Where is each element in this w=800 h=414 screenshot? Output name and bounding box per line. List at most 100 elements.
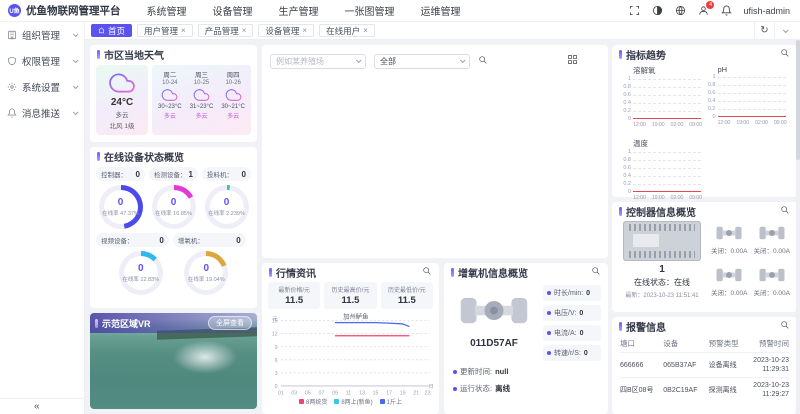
header-actions: 4 ufish-admin [628,0,800,17]
table-row[interactable]: 四B区08号 0B2C19AF 探测离线 2023-10-23 11:29:27 [620,377,789,402]
chevron-down-icon [72,83,79,90]
filter-select[interactable]: 全部 [374,53,470,69]
current-cond: 多云 [115,112,129,119]
svg-text:07: 07 [319,390,325,396]
fullscreen-icon[interactable] [628,5,640,17]
stat-high-price: 历史最高价/元 11.5 [324,282,377,309]
cloud-icon [193,89,210,101]
svg-text:3: 3 [275,371,278,377]
price-line-1 [334,322,410,328]
channel-2[interactable]: 关闭：0.00A [754,221,790,257]
sidebar-item-organization[interactable]: 组织管理 [0,22,84,48]
tab-menu-chevron-icon[interactable] [774,22,794,39]
zero-line [717,116,786,117]
bell-icon[interactable] [720,5,732,17]
search-icon[interactable] [478,52,488,70]
market-card: 行情资讯 最新价格/元 11.5 历史最高价/元 11.5 历史最低价/元 11.5 … [262,263,439,414]
username[interactable]: ufish-admin [743,6,790,16]
channel-4[interactable]: 关闭：0.00A [754,263,790,299]
count-pill-controller: 控制器： 0 [96,167,145,181]
legend-item[interactable]: 8两统货 [298,397,327,406]
close-icon[interactable]: × [242,26,247,35]
app: U鱼 优鱼物联网管理平台 系统管理 设备管理 生产管理 一张图管理 运维管理 4 [0,0,800,414]
language-globe-icon[interactable] [674,5,686,17]
sidebar-item-permissions[interactable]: 权限管理 [0,48,84,74]
messages-user-icon[interactable]: 4 [697,0,715,17]
sidebar-item-push[interactable]: 消息推送 [0,100,84,126]
vr-titlebar: 示范区域VR 全屏查看 [90,313,257,333]
device-status-card: 在线设备状态概览 控制器： 0 检测设备： 1 投料机： 0 0 在线率 47.37% … [90,147,257,308]
tab-home[interactable]: 首页 [91,24,133,37]
tab-user-mgmt[interactable]: 用户管理 × [137,24,193,37]
search-icon[interactable] [422,266,432,279]
chart-legend: 8两统货 8两上(新鱼) 1斤上 [262,397,439,406]
alarms-card: 报警信息 塘口 设备 预警类型 预警时间 666666 065B37AF 设备离线 2023… [612,317,797,414]
controller-latest-time: 最新：2023-10-23 11:51:41 [625,293,699,299]
aerator-image [454,283,534,335]
metric-speed: 转速/r/S: 0 [543,345,601,361]
sidebar-item-settings[interactable]: 系统设置 [0,74,84,100]
title-marker [269,268,272,277]
count-pill-camera: 视频设备： 0 [96,233,169,247]
chevron-down-icon [72,57,79,64]
trends-card: 指标趋势 溶解氧 1 0.8 0.6 0.4 0.2 0 12:00 19:00 02:00 0… [612,45,797,201]
channel-1[interactable]: 关闭：0.00A [711,221,748,257]
svg-text:19: 19 [400,390,406,396]
app-title: 优鱼物联网管理平台 [26,5,121,17]
theme-icon[interactable] [651,5,663,17]
tab-product-mgmt[interactable]: 产品管理 × [197,24,254,37]
x-unit: 日 [429,383,434,390]
title-marker [619,207,622,216]
donut-aerator: 0 在线率 19.04% [184,251,229,295]
tab-device-mgmt[interactable]: 设备管理 × [258,24,315,37]
search-icon[interactable] [591,266,601,279]
legend-item[interactable]: 8两上(新鱼) [334,397,373,406]
close-icon[interactable]: × [181,26,186,35]
nav-device[interactable]: 设备管理 [213,3,253,18]
status-title: 在线设备状态概览 [104,153,184,164]
chevron-down-icon [72,109,79,116]
search-icon[interactable] [780,320,790,333]
vr-title: 示范区域VR [102,318,151,329]
close-icon[interactable]: × [302,26,307,35]
svg-text:01: 01 [278,390,284,396]
grid-view-icon[interactable] [567,52,578,70]
title-marker [97,50,100,59]
map-card: 例如某养殖场 全部 [262,45,608,258]
main-content: 市区当地天气 24°C 多云 北风 1级 周二 10-24 30~23°C 多云 [85,40,800,414]
cloud-icon [109,73,135,93]
sidebar-collapse-button[interactable]: « [0,398,85,414]
metric-voltage: 电压/V: 0 [543,305,601,321]
title-marker [451,268,454,277]
vr-fullscreen-button[interactable]: 全屏查看 [208,316,252,330]
aerator-card: 增氧机信息概览 011D57AF 时长/min: 0 电压/V: 0 电流/A: 0 … [444,263,608,414]
legend-item[interactable]: 1斤上 [379,397,402,406]
channel-3[interactable]: 关闭：0.00A [711,263,748,299]
zero-line [633,191,701,192]
table-row[interactable]: 666666 065B37AF 设备离线 2023-10-23 11:29:31 [620,352,789,377]
aerator-title: 增氧机信息概览 [458,269,528,280]
close-icon[interactable]: × [363,26,368,35]
search-icon[interactable] [780,205,790,218]
title-marker [619,50,622,59]
vr-card: 示范区域VR 全屏查看 [90,313,257,409]
svg-text:6: 6 [275,358,278,364]
nav-production[interactable]: 生产管理 [279,3,319,18]
farm-select[interactable]: 例如某养殖场 [270,53,366,69]
page-scrollbar[interactable] [796,40,800,414]
top-nav: 系统管理 设备管理 生产管理 一张图管理 运维管理 [147,3,461,18]
nav-ops[interactable]: 运维管理 [421,3,461,18]
chart-title: 加州鲈鱼 [343,312,368,320]
weather-forecast: 周二 10-24 30~23°C 多云 周三 10-25 31~23°C 多云 [152,65,251,135]
map-canvas[interactable] [262,77,608,257]
search-icon[interactable] [780,48,790,61]
current-temp: 24°C [110,97,134,108]
refresh-icon[interactable]: ↻ [754,22,774,39]
cloud-icon [162,89,178,101]
tab-online-users[interactable]: 在线用户 × [319,24,375,37]
notification-badge: 4 [706,0,715,9]
nav-map[interactable]: 一张图管理 [345,3,395,18]
svg-text:13: 13 [359,390,365,396]
svg-text:23: 23 [425,390,431,396]
nav-system[interactable]: 系统管理 [147,3,187,18]
